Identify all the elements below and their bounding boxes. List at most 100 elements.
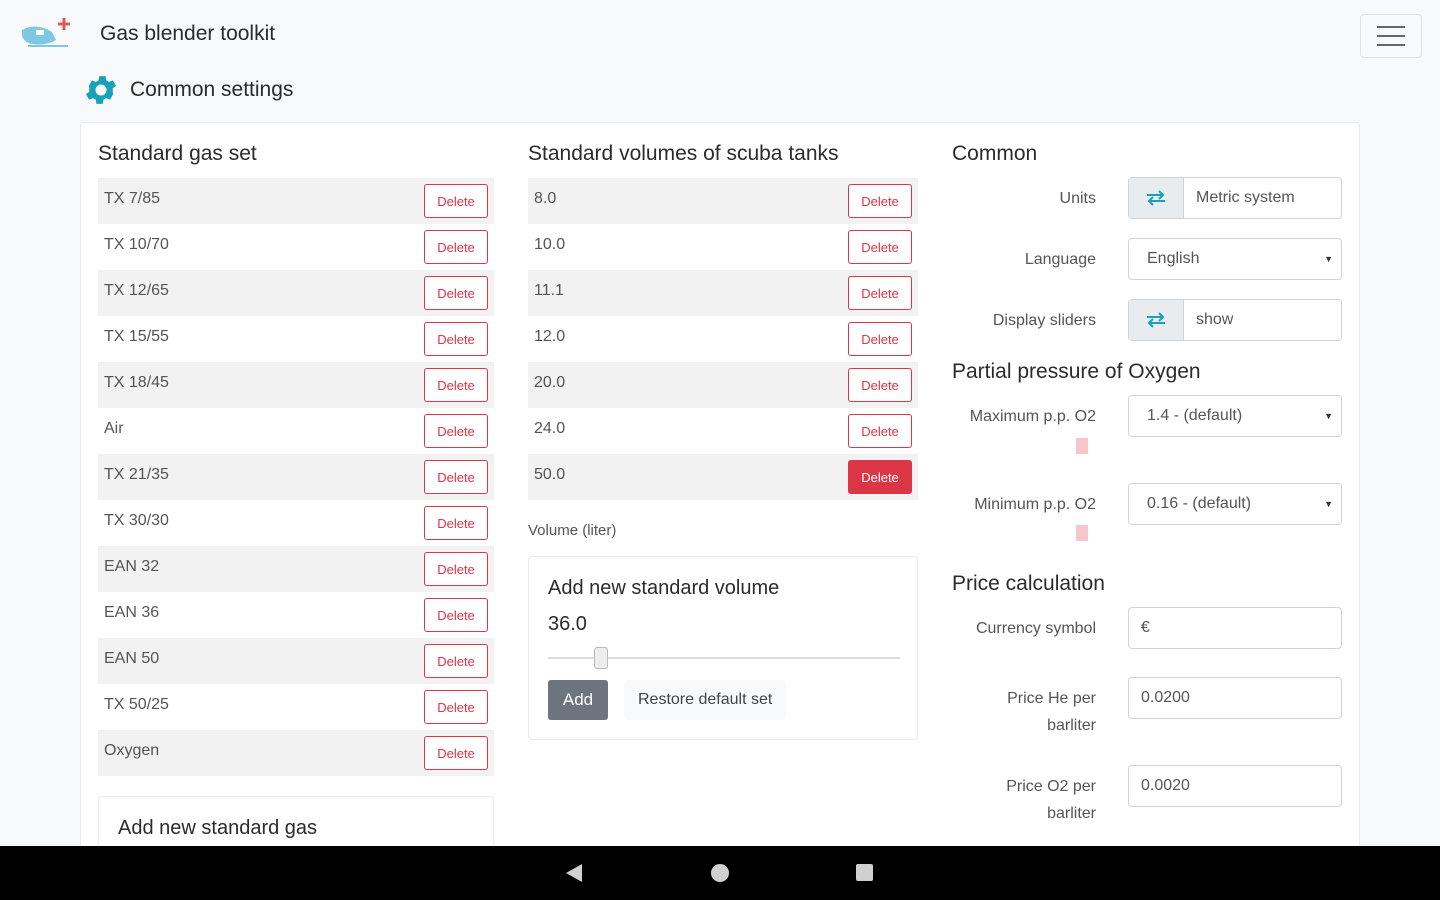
delete-button[interactable]: Delete bbox=[848, 414, 912, 448]
language-value: English bbox=[1147, 250, 1200, 267]
gas-row: EAN 50 Delete bbox=[98, 638, 494, 684]
page-title: Common settings bbox=[130, 78, 294, 101]
page-heading: Common settings bbox=[82, 70, 293, 110]
min-ppo2-value: 0.16 - (default) bbox=[1147, 495, 1252, 512]
volume-row: 12.0 Delete bbox=[528, 316, 918, 362]
currency-input[interactable]: € bbox=[1128, 607, 1342, 649]
add-gas-title: Add new standard gas bbox=[118, 817, 318, 839]
gas-row: TX 10/70 Delete bbox=[98, 224, 494, 270]
delete-button[interactable]: Delete bbox=[424, 644, 488, 678]
min-ppo2-select[interactable]: 0.16 - (default) ▼ bbox=[1128, 483, 1342, 525]
delete-button[interactable]: Delete bbox=[848, 184, 912, 218]
caret-down-icon: ▼ bbox=[1324, 411, 1333, 421]
price-o2-input[interactable]: 0.0020 bbox=[1128, 765, 1342, 807]
volume-row: 50.0 Delete bbox=[528, 454, 918, 500]
gas-row: TX 12/65 Delete bbox=[98, 270, 494, 316]
gas-label: TX 18/45 bbox=[104, 374, 169, 391]
volume-label: Volume (liter) bbox=[528, 522, 617, 539]
language-select[interactable]: English ▼ bbox=[1128, 238, 1342, 280]
max-ppo2-marker bbox=[1076, 438, 1088, 454]
language-label: Language bbox=[1024, 251, 1096, 268]
recent-apps-icon[interactable] bbox=[856, 864, 873, 881]
price-he-label: Price He per barliter bbox=[1007, 690, 1096, 734]
gas-label: TX 21/35 bbox=[104, 466, 169, 483]
volume-label: 24.0 bbox=[534, 420, 566, 437]
units-label: Units bbox=[1059, 190, 1096, 207]
delete-button[interactable]: Delete bbox=[424, 184, 488, 218]
volume-label: 10.0 bbox=[534, 236, 566, 253]
delete-button[interactable]: Delete bbox=[424, 552, 488, 586]
delete-button[interactable]: Delete bbox=[424, 598, 488, 632]
add-volume-button[interactable]: Add bbox=[548, 680, 608, 720]
gas-row: TX 21/35 Delete bbox=[98, 454, 494, 500]
volume-label: 11.1 bbox=[534, 282, 564, 299]
delete-button[interactable]: Delete bbox=[424, 414, 488, 448]
volume-slider-thumb[interactable] bbox=[593, 647, 608, 669]
gas-row: TX 7/85 Delete bbox=[98, 178, 494, 224]
gas-label: EAN 50 bbox=[104, 650, 160, 667]
delete-button[interactable]: Delete bbox=[424, 736, 488, 770]
price-he-input[interactable]: 0.0200 bbox=[1128, 677, 1342, 719]
delete-button[interactable]: Delete bbox=[848, 230, 912, 264]
delete-button[interactable]: Delete bbox=[424, 506, 488, 540]
add-volume-card: Add new standard volume 36.0 Add Restore… bbox=[528, 556, 918, 740]
volume-row: 20.0 Delete bbox=[528, 362, 918, 408]
price-he-value: 0.0200 bbox=[1141, 689, 1190, 706]
common-title: Common bbox=[952, 142, 1038, 165]
swap-arrows-icon bbox=[1129, 178, 1184, 218]
volume-label: 50.0 bbox=[534, 466, 566, 483]
units-value: Metric system bbox=[1196, 189, 1295, 206]
currency-value: € bbox=[1141, 619, 1150, 636]
volume-row: 11.1 Delete bbox=[528, 270, 918, 316]
max-ppo2-value: 1.4 - (default) bbox=[1147, 407, 1243, 424]
gas-label: TX 12/65 bbox=[104, 282, 169, 299]
gas-set-title: Standard gas set bbox=[98, 142, 257, 165]
swap-arrows-icon bbox=[1129, 300, 1184, 340]
price-o2-value: 0.0020 bbox=[1141, 777, 1190, 794]
sliders-toggle[interactable]: show bbox=[1128, 299, 1342, 341]
delete-button[interactable]: Delete bbox=[424, 460, 488, 494]
app-header: Gas blender toolkit bbox=[0, 0, 1440, 70]
gas-row: TX 15/55 Delete bbox=[98, 316, 494, 362]
currency-label: Currency symbol bbox=[975, 620, 1096, 637]
caret-down-icon: ▼ bbox=[1324, 254, 1333, 264]
delete-button[interactable]: Delete bbox=[424, 230, 488, 264]
units-toggle[interactable]: Metric system bbox=[1128, 177, 1342, 219]
delete-button[interactable]: Delete bbox=[848, 368, 912, 402]
back-icon[interactable] bbox=[566, 864, 582, 882]
gas-row: TX 30/30 Delete bbox=[98, 500, 494, 546]
delete-button[interactable]: Delete bbox=[424, 322, 488, 356]
menu-button[interactable] bbox=[1360, 14, 1422, 58]
volume-label: 8.0 bbox=[534, 190, 557, 207]
add-volume-title: Add new standard volume bbox=[548, 577, 780, 599]
volume-row: 24.0 Delete bbox=[528, 408, 918, 454]
app-title: Gas blender toolkit bbox=[100, 22, 276, 45]
gas-row: TX 50/25 Delete bbox=[98, 684, 494, 730]
gas-set-list: TX 7/85 Delete TX 10/70 Delete TX 12/65 Delet… bbox=[98, 178, 494, 776]
volumes-list: 8.0 Delete 10.0 Delete 11.1 Delete 12.0 Delete 2… bbox=[528, 178, 918, 500]
home-icon[interactable] bbox=[711, 864, 729, 882]
gas-label: Air bbox=[104, 420, 124, 437]
oxygen-title: Partial pressure of Oxygen bbox=[952, 360, 1201, 383]
delete-button[interactable]: Delete bbox=[848, 460, 912, 494]
gear-icon bbox=[85, 76, 117, 104]
max-ppo2-select[interactable]: 1.4 - (default) ▼ bbox=[1128, 395, 1342, 437]
delete-button[interactable]: Delete bbox=[848, 276, 912, 310]
volume-label: 20.0 bbox=[534, 374, 566, 391]
app-logo-icon bbox=[22, 18, 70, 47]
delete-button[interactable]: Delete bbox=[848, 322, 912, 356]
volume-row: 8.0 Delete bbox=[528, 178, 918, 224]
restore-default-button[interactable]: Restore default set bbox=[624, 680, 787, 720]
gas-label: EAN 36 bbox=[104, 604, 160, 621]
gas-label: Oxygen bbox=[104, 742, 160, 759]
delete-button[interactable]: Delete bbox=[424, 368, 488, 402]
hamburger-icon bbox=[1377, 26, 1405, 28]
delete-button[interactable]: Delete bbox=[424, 690, 488, 724]
price-o2-label: Price O2 per barliter bbox=[1006, 778, 1096, 822]
gas-row: Air Delete bbox=[98, 408, 494, 454]
gas-label: TX 50/25 bbox=[104, 696, 169, 713]
sliders-label: Display sliders bbox=[992, 312, 1096, 329]
min-ppo2-marker bbox=[1076, 525, 1088, 541]
delete-button[interactable]: Delete bbox=[424, 276, 488, 310]
min-ppo2-label: Minimum p.p. O2 bbox=[974, 496, 1096, 513]
